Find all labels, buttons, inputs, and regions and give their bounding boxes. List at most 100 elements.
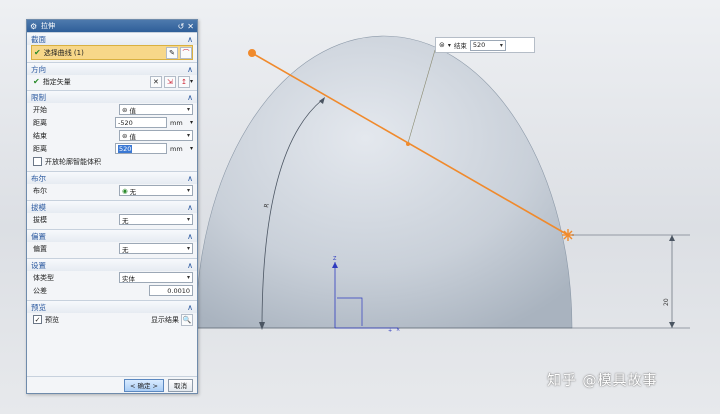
section-header-limits[interactable]: 限制 ∧ <box>27 90 197 103</box>
check-icon: ✔ <box>33 77 40 86</box>
ok-button[interactable]: < 确定 > <box>123 378 164 392</box>
chevron-up-icon[interactable]: ∧ <box>187 303 193 312</box>
cancel-button[interactable]: 取消 <box>168 378 193 392</box>
magnifier-icon[interactable]: 🔍 <box>181 313 193 326</box>
offset-select[interactable]: 无 ▾ <box>119 243 193 254</box>
offset-row: 偏置 无 ▾ <box>27 242 197 255</box>
section-title: 方向 <box>31 64 46 74</box>
chevron-up-icon[interactable]: ∧ <box>187 93 193 102</box>
show-result-label[interactable]: 显示结果 <box>151 315 179 325</box>
chevron-up-icon[interactable]: ∧ <box>187 35 193 44</box>
start-distance-input[interactable]: -520 <box>114 117 167 128</box>
offset-label: 偏置 <box>33 244 47 253</box>
svg-text:Z: Z <box>333 256 337 262</box>
mid-handle[interactable] <box>406 142 410 146</box>
end-distance-row: 距离 520 mm ▾ <box>27 142 197 155</box>
chevron-down-icon[interactable]: ▾ <box>187 106 190 113</box>
end-type-select[interactable]: ⊜ 值 ▾ <box>119 130 193 141</box>
chevron-up-icon[interactable]: ∧ <box>187 174 193 183</box>
body-type-select[interactable]: 实体 ▾ <box>119 272 193 283</box>
end-limit-label: 结束 <box>453 42 467 50</box>
reset-icon[interactable]: ↺ <box>178 22 185 31</box>
select-curve-row[interactable]: ✔ 选择曲线 (1) ✎ ⌒ <box>31 45 193 60</box>
hemisphere-body[interactable] <box>195 35 573 329</box>
body-type-row: 体类型 实体 ▾ <box>27 271 197 284</box>
chevron-down-icon[interactable]: ▾ <box>187 132 190 139</box>
vector-dialog-icon[interactable]: ⇲ <box>163 75 176 88</box>
body-type-label: 体类型 <box>33 273 54 282</box>
sketch-section-icon[interactable]: ✎ <box>166 46 178 59</box>
end-distance-input[interactable]: 520 <box>114 143 167 154</box>
chevron-down-icon[interactable]: ▾ <box>187 274 190 281</box>
section-title: 拔模 <box>31 202 46 212</box>
start-distance-row: 距离 -520 mm ▾ <box>27 116 197 129</box>
check-icon: ✔ <box>34 48 41 57</box>
watermark: 知乎 @模具故事 <box>547 373 658 389</box>
value-type-icon[interactable]: ⊜ <box>439 41 445 49</box>
chevron-up-icon[interactable]: ∧ <box>187 65 193 74</box>
distance-label: 距离 <box>33 144 47 153</box>
tolerance-label: 公差 <box>33 286 47 295</box>
svg-text:×: × <box>396 327 400 333</box>
section-title: 偏置 <box>31 231 46 241</box>
height-dimension-label[interactable]: 20 <box>663 298 670 306</box>
preview-label: 预览 <box>45 315 59 324</box>
gear-icon[interactable]: ⚙ <box>30 22 38 31</box>
chevron-up-icon[interactable]: ∧ <box>187 261 193 270</box>
section-header-direction[interactable]: 方向 ∧ <box>27 62 197 75</box>
chevron-down-icon[interactable]: ▾ <box>187 187 190 194</box>
chevron-down-icon[interactable]: ▾ <box>187 245 190 252</box>
start-label: 开始 <box>33 105 47 114</box>
select-curve-label: 选择曲线 (1) <box>43 48 84 57</box>
start-handle[interactable] <box>248 49 256 57</box>
end-row: 结束 ⊜ 值 ▾ <box>27 129 197 142</box>
dialog-button-bar: < 确定 > 取消 <box>27 376 197 393</box>
section-header-draft[interactable]: 拔模 ∧ <box>27 200 197 213</box>
start-row: 开始 ⊜ 值 ▾ <box>27 103 197 116</box>
start-type-select[interactable]: ⊜ 值 ▾ <box>119 104 193 115</box>
open-profile-checkbox[interactable] <box>33 157 42 166</box>
chevron-up-icon[interactable]: ∧ <box>187 232 193 241</box>
dim-arrow-top-icon <box>669 235 675 241</box>
reverse-direction-icon[interactable]: ✕ <box>149 75 162 88</box>
specify-vector-label: 指定矢量 <box>42 77 71 86</box>
value-type-dropdown-icon[interactable]: ▾ <box>448 42 451 49</box>
boolean-label: 布尔 <box>33 186 47 195</box>
end-limit-input[interactable]: 520 ▾ <box>469 39 506 51</box>
unit-label: mm <box>169 118 183 127</box>
vector-type-icon[interactable]: ↥ <box>177 75 190 88</box>
section-header-boolean[interactable]: 布尔 ∧ <box>27 171 197 184</box>
section-title: 限制 <box>31 92 46 102</box>
chevron-down-icon[interactable]: ▾ <box>190 119 193 126</box>
dim-arrow-bottom-icon <box>669 322 675 328</box>
tolerance-row: 公差 0.0010 <box>27 284 197 297</box>
open-profile-row[interactable]: 开放轮廓智能体积 <box>27 155 197 168</box>
section-header-preview[interactable]: 预览 ∧ <box>27 300 197 313</box>
chevron-down-icon[interactable]: ▾ <box>190 145 193 152</box>
section-header-settings[interactable]: 设置 ∧ <box>27 258 197 271</box>
section-header-section[interactable]: 截面 ∧ <box>27 32 197 45</box>
draft-row: 拔模 无 ▾ <box>27 213 197 226</box>
boolean-row: 布尔 ◉ 无 ▾ <box>27 184 197 197</box>
boolean-none-icon: ◉ <box>122 186 128 195</box>
section-title: 设置 <box>31 260 46 270</box>
value-icon: ⊜ <box>122 131 128 140</box>
preview-row: ✓ 预览 显示结果 🔍 <box>27 313 197 326</box>
draft-select[interactable]: 无 ▾ <box>119 214 193 225</box>
distance-label: 距离 <box>33 118 47 127</box>
section-header-offset[interactable]: 偏置 ∧ <box>27 229 197 242</box>
dialog-titlebar[interactable]: ⚙ 拉伸 ↺ ✕ <box>27 20 197 32</box>
chevron-down-icon[interactable]: ▾ <box>190 78 193 85</box>
preview-checkbox[interactable]: ✓ <box>33 315 42 324</box>
section-title: 布尔 <box>31 173 46 183</box>
boolean-select[interactable]: ◉ 无 ▾ <box>119 185 193 196</box>
section-title: 截面 <box>31 34 46 44</box>
chevron-up-icon[interactable]: ∧ <box>187 203 193 212</box>
close-icon[interactable]: ✕ <box>187 22 194 31</box>
unit-label: mm <box>169 144 183 153</box>
chevron-down-icon[interactable]: ▾ <box>187 216 190 223</box>
section-title: 预览 <box>31 302 46 312</box>
curve-icon[interactable]: ⌒ <box>180 46 192 59</box>
tolerance-input[interactable]: 0.0010 <box>149 285 193 296</box>
chevron-down-icon[interactable]: ▾ <box>500 42 503 49</box>
